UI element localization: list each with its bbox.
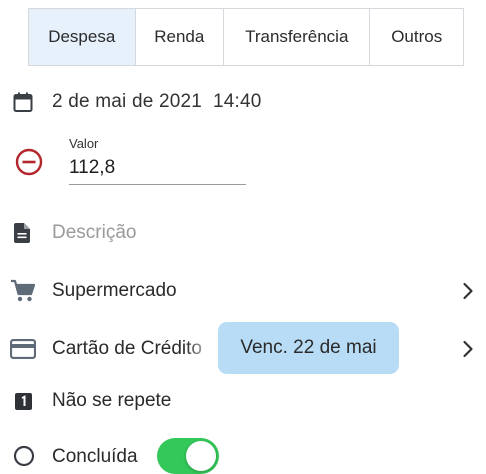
tab-renda[interactable]: Renda	[136, 9, 225, 65]
chevron-right-icon[interactable]	[462, 282, 474, 300]
check-circle-icon	[12, 444, 36, 468]
time-value[interactable]: 14:40	[213, 91, 262, 112]
toggle-knob	[186, 441, 216, 471]
tab-transferencia[interactable]: Transferência	[224, 9, 371, 65]
minus-circle-icon[interactable]	[14, 147, 44, 177]
description-field[interactable]: Descrição	[52, 222, 136, 244]
due-date-badge[interactable]: Venc. 22 de mai	[218, 322, 399, 374]
document-icon	[12, 222, 32, 244]
amount-input[interactable]	[69, 152, 246, 185]
transaction-type-tabs: Despesa Renda Transferência Outros	[28, 8, 464, 66]
date-value[interactable]: 2 de mai de 2021	[52, 91, 202, 112]
repeat-one-icon	[14, 392, 32, 410]
datetime-value[interactable]: 2 de mai de 2021 14:40	[52, 91, 262, 113]
calendar-icon	[12, 91, 34, 113]
account-label[interactable]: Cartão de Crédito	[52, 338, 204, 360]
account-label-fade	[186, 334, 216, 364]
completed-label: Concluída	[52, 446, 138, 467]
repeat-label[interactable]: Não se repete	[52, 390, 171, 412]
category-label[interactable]: Supermercado	[52, 280, 177, 302]
amount-label: Valor	[69, 136, 99, 151]
tab-outros[interactable]: Outros	[370, 9, 463, 65]
chevron-right-icon[interactable]	[462, 340, 474, 358]
cart-icon	[10, 279, 36, 303]
tab-despesa[interactable]: Despesa	[29, 9, 136, 65]
credit-card-icon	[10, 338, 36, 360]
completed-toggle[interactable]	[157, 438, 219, 474]
